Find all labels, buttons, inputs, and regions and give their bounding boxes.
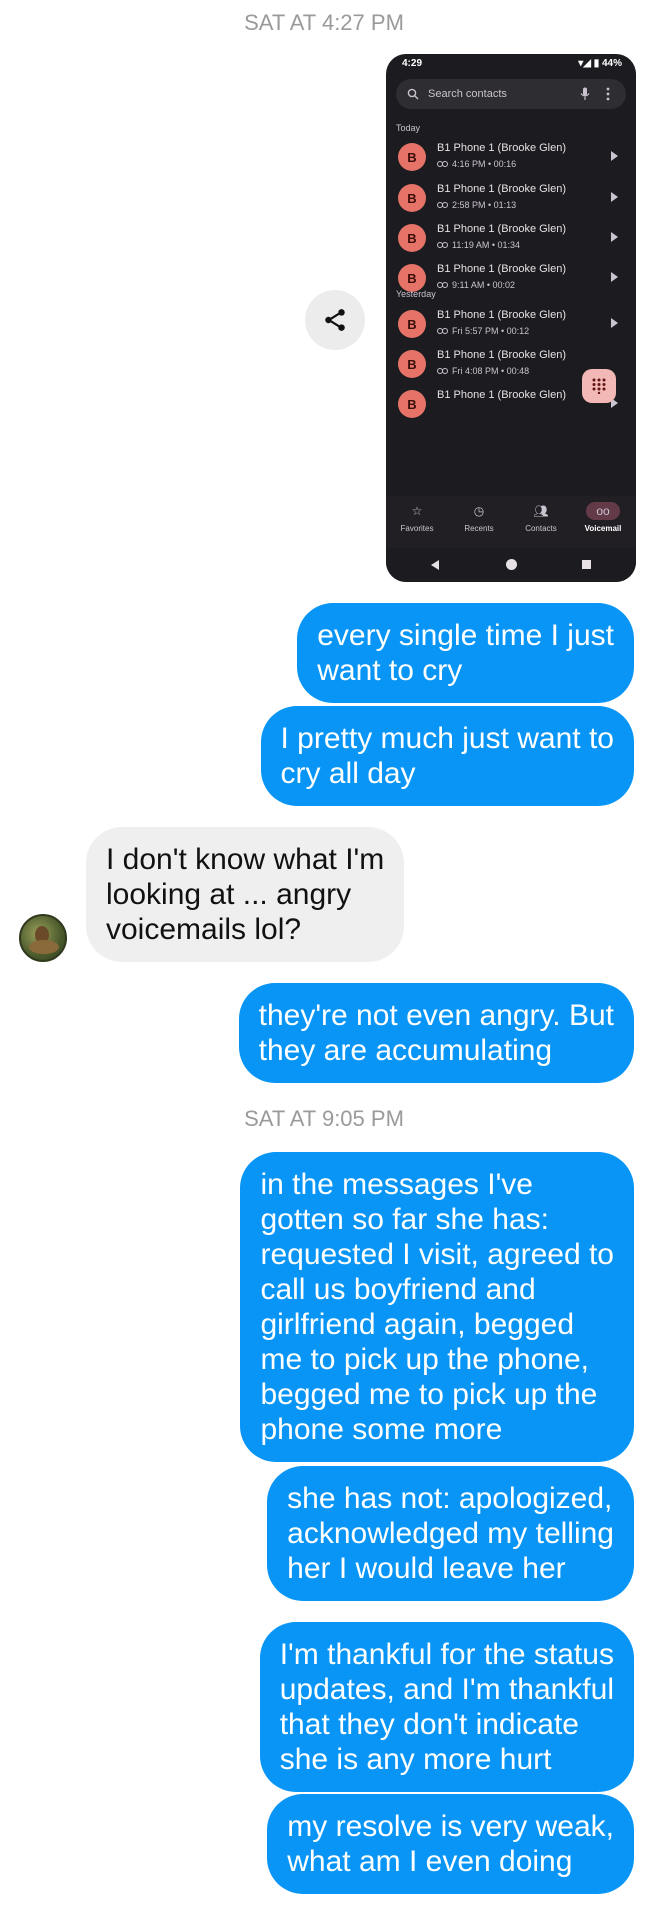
clock-icon: ◷	[473, 504, 485, 518]
play-icon[interactable]	[611, 318, 618, 328]
voicemail-icon	[437, 202, 448, 209]
voicemail-row[interactable]: B B1 Phone 1 (Brooke Glen) 4:16 PM • 00:…	[386, 134, 636, 180]
outgoing-message[interactable]: I'm thankful for the status updates, and…	[259, 1622, 634, 1792]
share-button[interactable]	[305, 290, 365, 350]
nav-contacts[interactable]: 👥︎ Contacts	[510, 500, 572, 533]
contact-avatar: B	[398, 184, 426, 212]
contact-avatar: B	[398, 310, 426, 338]
system-navigation	[386, 548, 636, 582]
voicemail-meta: 9:11 AM • 00:02	[452, 280, 516, 290]
battery-level: 44%	[601, 58, 622, 69]
signal-icon: ▾◢ ▮	[578, 58, 600, 69]
voicemail-icon: ᴏᴏ	[572, 500, 634, 522]
voicemail-caller: B1 Phone 1 (Brooke Glen)	[437, 309, 567, 321]
back-icon[interactable]	[431, 560, 439, 570]
voicemail-meta: 11:19 AM • 01:34	[452, 240, 521, 250]
outgoing-message[interactable]: I pretty much just want to cry all day	[260, 706, 634, 806]
voicemail-icon	[437, 368, 448, 375]
nav-voicemail[interactable]: ᴏᴏ Voicemail	[572, 500, 634, 533]
search-bar[interactable]: Search contacts	[396, 79, 626, 109]
timestamp: SAT AT 4:27 PM	[244, 10, 404, 35]
contact-avatar: B	[398, 350, 426, 378]
play-icon[interactable]	[611, 272, 618, 282]
voicemail-icon	[437, 282, 448, 289]
search-placeholder: Search contacts	[428, 88, 507, 100]
voicemail-meta: Fri 5:57 PM • 00:12	[452, 326, 530, 336]
contacts-icon: 👥︎	[533, 504, 549, 518]
nav-recents[interactable]: ◷ Recents	[448, 500, 510, 533]
outgoing-message[interactable]: every single time I just want to cry	[297, 603, 634, 703]
search-icon	[407, 88, 419, 100]
more-options-icon[interactable]	[606, 87, 610, 101]
star-icon: ☆	[411, 504, 423, 518]
voicemail-icon	[437, 242, 448, 249]
dialpad-button[interactable]	[582, 369, 616, 403]
voicemail-caller: B1 Phone 1 (Brooke Glen)	[437, 263, 567, 275]
voicemail-caller: B1 Phone 1 (Brooke Glen)	[437, 183, 567, 195]
contact-avatar: B	[398, 390, 426, 418]
bottom-navigation: ☆ Favorites ◷ Recents 👥︎ Contacts ᴏᴏ Voi…	[386, 496, 636, 548]
section-header-today: Today	[396, 123, 421, 133]
voicemail-meta: Fri 4:08 PM • 00:48	[452, 366, 530, 376]
voicemail-caller: B1 Phone 1 (Brooke Glen)	[437, 142, 567, 154]
contact-avatar[interactable]	[19, 914, 67, 962]
outgoing-message[interactable]: my resolve is very weak, what am I even …	[267, 1794, 634, 1894]
contact-avatar: B	[398, 264, 426, 292]
voicemail-caller: B1 Phone 1 (Brooke Glen)	[437, 349, 567, 361]
contact-avatar: B	[398, 224, 426, 252]
incoming-message[interactable]: I don't know what I'm looking at ... ang…	[86, 827, 405, 962]
outgoing-message[interactable]: she has not: apologized, acknowledged my…	[267, 1466, 634, 1601]
voicemail-meta: 2:58 PM • 01:13	[452, 200, 517, 210]
share-icon	[325, 309, 345, 331]
shared-screenshot[interactable]: 4:29 ▾◢ ▮ 44% Search contacts Today B B1…	[386, 54, 636, 582]
dialpad-icon	[592, 378, 606, 394]
voicemail-meta: 4:16 PM • 00:16	[452, 159, 517, 169]
home-icon[interactable]	[506, 559, 517, 570]
voicemail-icon	[437, 161, 448, 168]
outgoing-message[interactable]: in the messages I've gotten so far she h…	[240, 1152, 634, 1462]
voicemail-caller: B1 Phone 1 (Brooke Glen)	[437, 389, 567, 401]
microphone-icon[interactable]	[580, 87, 590, 101]
play-icon[interactable]	[611, 151, 618, 161]
voicemail-icon	[437, 328, 448, 335]
nav-favorites[interactable]: ☆ Favorites	[386, 500, 448, 533]
contact-avatar: B	[398, 143, 426, 171]
play-icon[interactable]	[611, 232, 618, 242]
voicemail-caller: B1 Phone 1 (Brooke Glen)	[437, 223, 567, 235]
outgoing-message[interactable]: they're not even angry. But they are acc…	[238, 983, 634, 1083]
overview-icon[interactable]	[582, 560, 591, 569]
play-icon[interactable]	[611, 192, 618, 202]
timestamp: SAT AT 9:05 PM	[244, 1106, 404, 1131]
section-header-yesterday: Yesterday	[396, 289, 436, 299]
status-time: 4:29	[402, 58, 423, 69]
